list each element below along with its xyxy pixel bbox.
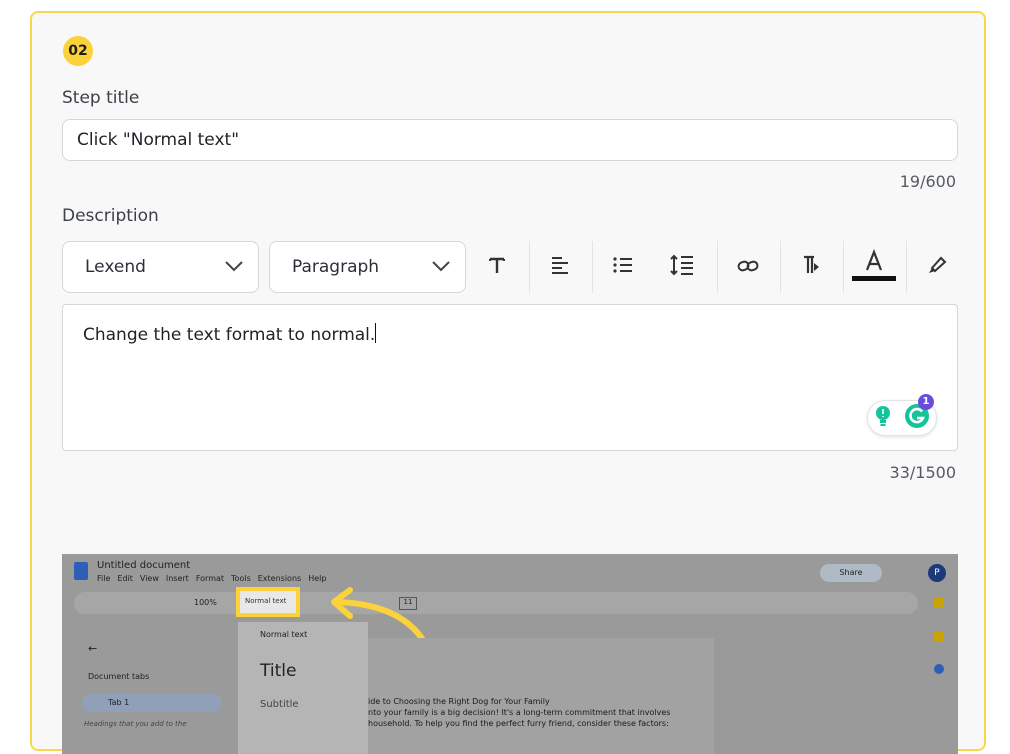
highlight-icon — [926, 254, 948, 280]
bullet-list-icon — [612, 255, 634, 279]
tasks-icon[interactable] — [934, 664, 944, 674]
calendar-icon[interactable] — [934, 598, 944, 608]
text-caret — [375, 323, 377, 343]
text-color-icon — [851, 248, 897, 286]
step-screenshot: Untitled document File Edit View Insert … — [62, 554, 958, 754]
grammarly-widget[interactable]: 1 — [867, 393, 937, 436]
menu-help[interactable]: Help — [308, 574, 326, 583]
line-height-icon — [669, 254, 695, 280]
step-title-input[interactable]: Click "Normal text" — [62, 119, 958, 161]
menu-item-normal-text[interactable]: Normal text — [238, 622, 368, 639]
keep-icon[interactable] — [934, 632, 944, 642]
tab-name: Tab 1 — [108, 698, 130, 707]
step-card: 02 Step title Click "Normal text" 19/600… — [30, 11, 986, 754]
sidebar-title: Document tabs — [88, 672, 150, 681]
style-menu: Normal text Title Subtitle — [238, 622, 368, 754]
link-icon — [737, 258, 759, 277]
menu-tools[interactable]: Tools — [231, 574, 251, 583]
menu-insert[interactable]: Insert — [166, 574, 189, 583]
back-arrow-icon[interactable]: ← — [88, 642, 97, 655]
description-text: Change the text format to normal. — [83, 325, 376, 345]
text-color-button[interactable] — [844, 241, 904, 293]
style-dropdown-value: Normal text — [245, 597, 287, 605]
line-height-button[interactable] — [652, 241, 712, 293]
description-char-counter: 33/1500 — [889, 463, 956, 482]
normal-text-highlight[interactable]: Normal text — [236, 587, 300, 617]
avatar[interactable]: P — [928, 564, 946, 582]
font-dropdown[interactable]: Lexend — [62, 241, 259, 293]
tab-item[interactable]: Tab 1 — [82, 694, 222, 712]
doc-page: ide to Choosing the Right Dog for Your F… — [368, 638, 714, 754]
doc-body: ide to Choosing the Right Dog for Your F… — [368, 696, 670, 729]
align-left-icon — [550, 255, 570, 279]
clear-format-icon — [801, 254, 821, 280]
menu-item-title[interactable]: Title — [238, 639, 368, 681]
link-button[interactable] — [718, 241, 778, 293]
doc-title: Untitled document — [97, 560, 191, 571]
doc-line: nto your family is a big decision! It's … — [368, 708, 671, 717]
highlight-button[interactable] — [907, 241, 967, 293]
text-size-button[interactable] — [467, 241, 527, 293]
grammarly-logo-icon: 1 — [904, 393, 934, 434]
zoom-value: 100% — [194, 598, 217, 607]
chevron-down-icon — [224, 257, 244, 277]
bullet-list-button[interactable] — [593, 241, 653, 293]
font-dropdown-value: Lexend — [85, 257, 146, 277]
description-editor[interactable]: Change the text format to normal. 1 — [62, 304, 958, 451]
menu-bar: File Edit View Insert Format Tools Exten… — [97, 574, 326, 583]
clear-format-button[interactable] — [781, 241, 841, 293]
sidebar-hint: Headings that you add to the — [84, 720, 187, 728]
description-label: Description — [62, 206, 159, 226]
menu-file[interactable]: File — [97, 574, 110, 583]
doc-line: ide to Choosing the Right Dog for Your F… — [368, 697, 550, 706]
step-number-badge: 02 — [63, 36, 93, 66]
grammarly-count-badge: 1 — [918, 393, 934, 410]
menu-format[interactable]: Format — [196, 574, 224, 583]
share-button[interactable]: Share — [820, 564, 882, 582]
block-type-dropdown[interactable]: Paragraph — [269, 241, 466, 293]
title-char-counter: 19/600 — [899, 172, 956, 191]
chevron-down-icon — [431, 257, 451, 277]
menu-item-subtitle[interactable]: Subtitle — [238, 681, 368, 710]
menu-view[interactable]: View — [140, 574, 159, 583]
docs-logo-icon — [74, 562, 88, 580]
align-button[interactable] — [530, 241, 590, 293]
lightbulb-icon — [874, 405, 892, 432]
menu-extensions[interactable]: Extensions — [258, 574, 301, 583]
step-title-label: Step title — [62, 88, 140, 108]
doc-line: household. To help you find the perfect … — [368, 719, 669, 728]
menu-edit[interactable]: Edit — [117, 574, 133, 583]
text-size-icon — [487, 255, 507, 279]
block-type-value: Paragraph — [292, 257, 380, 277]
